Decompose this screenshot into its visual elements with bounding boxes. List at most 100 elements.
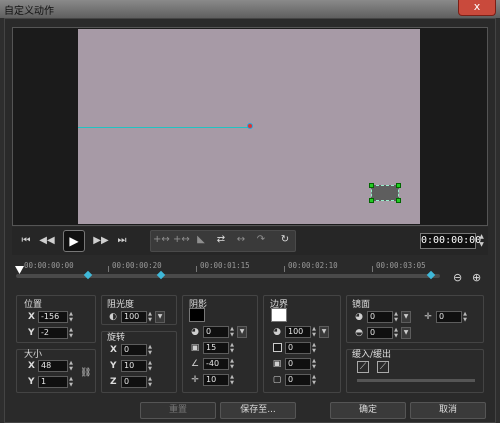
resize-handle[interactable] — [396, 198, 401, 203]
window-title: 自定义动作 — [4, 6, 54, 17]
go-to-start-button[interactable]: ⏮ — [17, 232, 35, 250]
spinner-icon[interactable]: ▲ ▼ — [147, 311, 153, 323]
spinner-icon[interactable]: ▲ ▼ — [311, 342, 317, 354]
spinner-icon[interactable]: ▲ ▼ — [229, 326, 235, 338]
spinner-icon[interactable]: ▲ ▼ — [68, 327, 74, 339]
link-icon[interactable]: ⛓ — [80, 368, 91, 378]
spinner-icon[interactable]: ▲ ▼ — [147, 376, 153, 388]
shadow-angle-icon: ∠ — [190, 359, 200, 369]
shadow-blur-input[interactable]: 15 — [203, 342, 229, 354]
move-right-icon[interactable]: ↷ — [253, 231, 269, 249]
ease-out-icon[interactable]: ⟋ — [377, 361, 389, 373]
mirror-distance-input[interactable]: 0 — [436, 311, 462, 323]
rotation-y-input[interactable]: 10 — [121, 360, 147, 372]
resize-handle[interactable] — [369, 183, 374, 188]
shadow-opacity-input[interactable]: 0 — [203, 326, 229, 338]
zoom-out-icon[interactable]: ⊖ — [453, 271, 462, 284]
border-opacity-icon: ◕ — [273, 327, 281, 337]
border-size-input[interactable]: 0 — [285, 342, 311, 354]
z-label: Z — [110, 377, 117, 387]
border-corner-icon: ▢ — [272, 375, 282, 385]
rotate-icon[interactable]: ↻ — [277, 231, 293, 249]
spinner-icon[interactable]: ▲ ▼ — [147, 360, 153, 372]
ease-icon[interactable]: ◣ — [193, 231, 209, 249]
size-y-input[interactable]: 1 — [38, 376, 68, 388]
size-x-input[interactable]: 48 — [38, 360, 68, 372]
reverse-icon[interactable]: ⇄ — [213, 231, 229, 249]
next-frame-button[interactable]: ▶▶ — [92, 232, 110, 250]
cancel-button[interactable]: 取消 — [410, 402, 486, 419]
rotation-label: 旋转 — [107, 333, 126, 343]
spin-up-icon[interactable]: ▲ — [477, 233, 486, 241]
spinner-icon[interactable]: ▲ ▼ — [229, 358, 235, 370]
spinner-icon[interactable]: ▲ ▼ — [393, 327, 399, 339]
y-label: Y — [110, 361, 117, 371]
opacity-icon: ◐ — [109, 312, 117, 322]
mirror-label: 镜面 — [352, 300, 371, 310]
motion-path — [78, 127, 250, 128]
border-corner-input[interactable]: 0 — [285, 374, 311, 386]
previous-frame-button[interactable]: ◀◀ — [38, 232, 56, 250]
dropdown-icon[interactable]: ▼ — [237, 326, 247, 338]
remove-keyframe-icon[interactable]: +↔ — [173, 231, 190, 249]
timeline-label: 00:00:00:00 — [24, 261, 74, 270]
play-button[interactable]: ▶ — [63, 230, 85, 252]
shadow-distance-icon: ✛ — [191, 375, 199, 385]
border-blur-input[interactable]: 0 — [285, 358, 311, 370]
dropdown-icon[interactable]: ▼ — [401, 327, 411, 339]
rotation-x-input[interactable]: 0 — [121, 344, 147, 356]
timeline-track[interactable] — [16, 274, 440, 278]
path-keyframe-marker[interactable] — [247, 123, 253, 129]
animated-object[interactable] — [369, 183, 401, 203]
go-to-end-button[interactable]: ⏭ — [113, 232, 131, 250]
y-label: Y — [28, 377, 35, 387]
border-color-swatch[interactable] — [271, 308, 287, 322]
spin-down-icon[interactable]: ▼ — [477, 241, 486, 249]
spinner-icon[interactable]: ▲ ▼ — [462, 311, 468, 323]
spinner-icon[interactable]: ▲ ▼ — [68, 311, 74, 323]
timeline-label: 00:00:01:15 — [200, 261, 250, 270]
spinner-icon[interactable]: ▲ ▼ — [393, 311, 399, 323]
shadow-color-swatch[interactable] — [189, 308, 205, 322]
move-left-icon[interactable]: ↔ — [233, 231, 249, 249]
shadow-angle-input[interactable]: -40 — [203, 358, 229, 370]
zoom-in-icon[interactable]: ⊕ — [472, 271, 481, 284]
spinner-icon[interactable]: ▲ ▼ — [229, 374, 235, 386]
dropdown-icon[interactable]: ▼ — [319, 326, 329, 338]
spinner-icon[interactable]: ▲ ▼ — [311, 374, 317, 386]
spinner-icon[interactable]: ▲ ▼ — [147, 344, 153, 356]
fade-slider[interactable] — [357, 379, 475, 382]
spinner-icon[interactable]: ▲ ▼ — [229, 342, 235, 354]
dropdown-icon[interactable]: ▼ — [155, 311, 165, 323]
size-label: 大小 — [24, 350, 43, 360]
spinner-icon[interactable]: ▲ ▼ — [68, 376, 74, 388]
title-bar — [0, 0, 500, 18]
ease-in-icon[interactable]: ⟋ — [357, 361, 369, 373]
timecode-display[interactable]: 0:00:00:00 — [420, 233, 481, 249]
position-x-input[interactable]: -156 — [38, 311, 68, 323]
position-label: 位置 — [24, 300, 43, 310]
dropdown-icon[interactable]: ▼ — [401, 311, 411, 323]
mirror-blur-input[interactable]: 0 — [367, 327, 393, 339]
reset-button[interactable]: 重置 — [140, 402, 216, 419]
rotation-z-input[interactable]: 0 — [121, 376, 147, 388]
spinner-icon[interactable]: ▲ ▼ — [311, 358, 317, 370]
close-button[interactable]: x — [458, 0, 496, 16]
move-icon: ✛ — [424, 312, 432, 322]
spinner-icon[interactable]: ▲ ▼ — [68, 360, 74, 372]
border-opacity-input[interactable]: 100 — [285, 326, 311, 338]
add-keyframe-icon[interactable]: +↔ — [153, 231, 170, 249]
spinner-icon[interactable]: ▲ ▼ — [311, 326, 317, 338]
mirror-opacity-icon: ◕ — [355, 312, 363, 322]
fade-label: 缓入/缓出 — [352, 350, 392, 360]
resize-handle[interactable] — [369, 198, 374, 203]
timecode-spinner[interactable]: ▲ ▼ — [477, 233, 486, 249]
save-to-button[interactable]: 保存至... — [220, 402, 296, 419]
opacity-input[interactable]: 100 — [121, 311, 147, 323]
border-checkbox[interactable] — [273, 343, 282, 352]
shadow-distance-input[interactable]: 10 — [203, 374, 229, 386]
ok-button[interactable]: 确定 — [330, 402, 406, 419]
resize-handle[interactable] — [396, 183, 401, 188]
position-y-input[interactable]: -2 — [38, 327, 68, 339]
mirror-opacity-input[interactable]: 0 — [367, 311, 393, 323]
